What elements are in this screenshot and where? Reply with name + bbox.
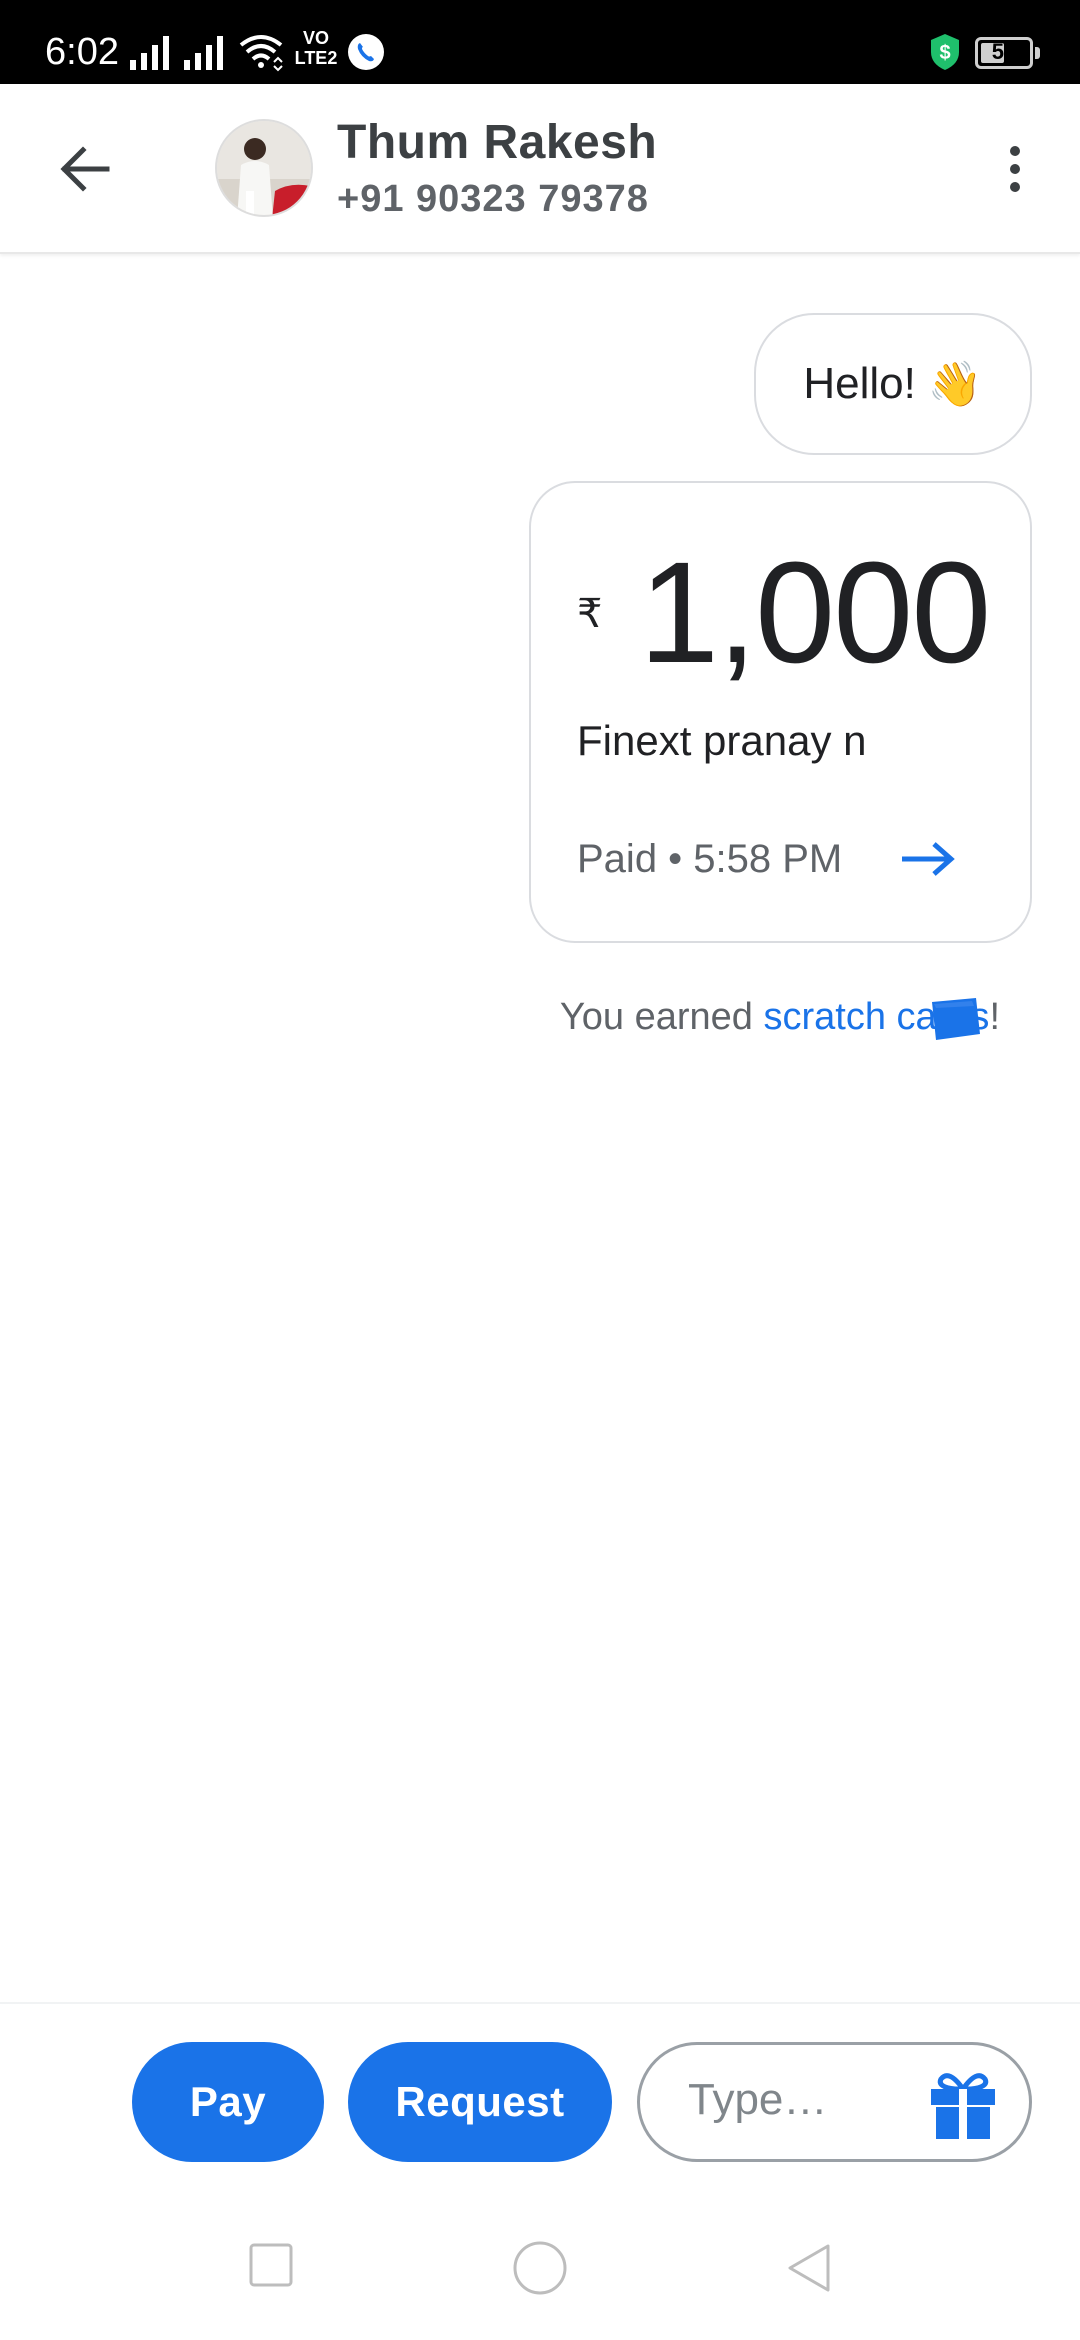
status-time: 6:02 [45, 31, 119, 73]
signal-2-icon [184, 36, 223, 70]
waving-hand-icon: 👋 [927, 360, 983, 409]
pay-button[interactable]: Pay [132, 2042, 324, 2162]
nav-back-icon[interactable] [784, 2242, 834, 2294]
payment-note: Finext pranay n [577, 717, 867, 764]
system-navigation-bar [0, 2202, 1080, 2340]
contact-name: Thum Rakesh [337, 116, 658, 169]
reward-suffix: ! [989, 996, 1000, 1038]
call-icon [348, 34, 384, 70]
gift-button[interactable] [923, 2065, 1003, 2145]
payment-card[interactable]: ₹ 1,000 Finext pranay n Paid • 5:58 PM [529, 481, 1032, 943]
greeting-message-bubble[interactable]: Hello! 👋 [754, 313, 1032, 455]
payment-amount: 1,000 [639, 532, 991, 693]
signal-icon [130, 36, 169, 70]
reward-prefix: You earned [559, 996, 764, 1038]
scratch-card-icon[interactable] [928, 996, 982, 1042]
more-options-button[interactable] [990, 139, 1040, 199]
message-input-placeholder: Type… [688, 2075, 828, 2124]
gift-icon [931, 2073, 995, 2139]
greeting-text: Hello! [803, 359, 916, 408]
volte-indicator: VO LTE2 [292, 28, 340, 74]
home-icon[interactable] [512, 2240, 568, 2296]
recent-apps-icon[interactable] [248, 2242, 294, 2288]
battery-icon: 51 [975, 37, 1033, 69]
volte-label-bottom: LTE2 [294, 48, 338, 68]
status-bar: 6:02 VO LTE2 $ 51 [0, 0, 1080, 84]
arrow-right-icon [902, 842, 955, 876]
more-vert-icon-dot-3 [1010, 182, 1020, 192]
currency-symbol: ₹ [577, 592, 603, 636]
reward-message: You earned scratch cards! [0, 996, 1000, 1056]
more-vert-icon-dot-2 [1010, 164, 1020, 174]
message-composer: Pay Request Type… [0, 2002, 1080, 2202]
wifi-icon [239, 35, 283, 72]
battery-tip [1035, 47, 1040, 59]
avatar[interactable] [215, 119, 313, 217]
chat-header: Thum Rakesh +91 90323 79378 [0, 84, 1080, 254]
svg-text:$: $ [939, 42, 950, 64]
contact-phone: +91 90323 79378 [337, 178, 649, 220]
more-vert-icon [1010, 146, 1020, 156]
contact-photo [217, 121, 311, 215]
arrow-left-icon [60, 146, 110, 192]
request-button[interactable]: Request [348, 2042, 612, 2162]
payment-status: Paid • 5:58 PM [577, 837, 843, 881]
volte-label-top: VO [302, 28, 329, 48]
shield-icon: $ [931, 34, 959, 70]
payment-details-button[interactable] [893, 829, 963, 889]
message-input[interactable]: Type… [637, 2042, 1032, 2162]
back-button[interactable] [40, 134, 130, 204]
battery-level: 51 [991, 39, 1017, 64]
